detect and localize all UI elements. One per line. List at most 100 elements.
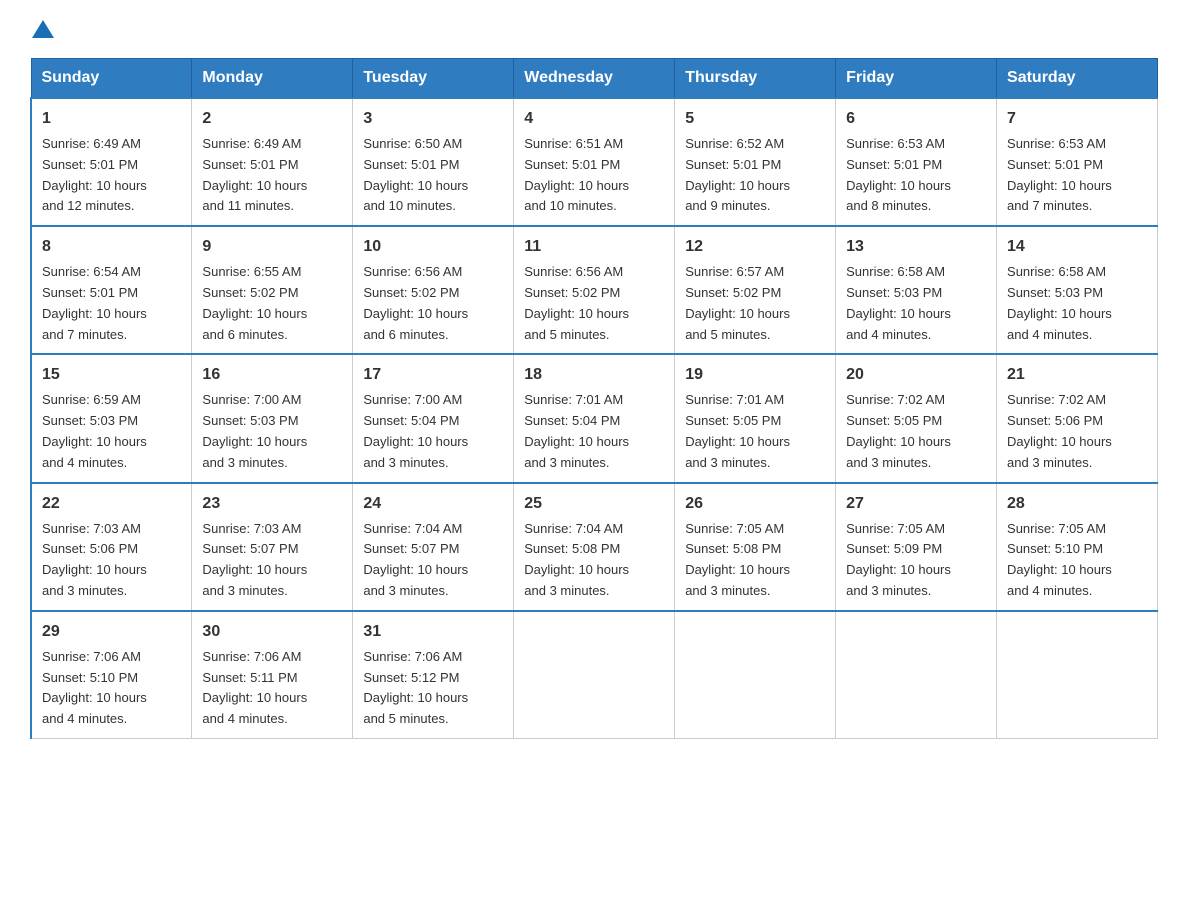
day-number: 17	[363, 363, 503, 387]
calendar-cell: 16 Sunrise: 7:00 AMSunset: 5:03 PMDaylig…	[192, 354, 353, 482]
day-number: 22	[42, 492, 181, 516]
day-info: Sunrise: 7:05 AMSunset: 5:08 PMDaylight:…	[685, 519, 825, 602]
calendar-cell: 18 Sunrise: 7:01 AMSunset: 5:04 PMDaylig…	[514, 354, 675, 482]
calendar-cell: 22 Sunrise: 7:03 AMSunset: 5:06 PMDaylig…	[31, 483, 192, 611]
day-info: Sunrise: 7:00 AMSunset: 5:04 PMDaylight:…	[363, 390, 503, 473]
header-cell-friday: Friday	[836, 59, 997, 99]
day-number: 1	[42, 107, 181, 131]
day-info: Sunrise: 6:51 AMSunset: 5:01 PMDaylight:…	[524, 134, 664, 217]
calendar-cell: 19 Sunrise: 7:01 AMSunset: 5:05 PMDaylig…	[675, 354, 836, 482]
day-info: Sunrise: 6:59 AMSunset: 5:03 PMDaylight:…	[42, 390, 181, 473]
calendar-week-row: 22 Sunrise: 7:03 AMSunset: 5:06 PMDaylig…	[31, 483, 1158, 611]
logo	[30, 20, 54, 38]
calendar-cell: 30 Sunrise: 7:06 AMSunset: 5:11 PMDaylig…	[192, 611, 353, 739]
day-number: 20	[846, 363, 986, 387]
day-info: Sunrise: 7:06 AMSunset: 5:12 PMDaylight:…	[363, 647, 503, 730]
day-info: Sunrise: 7:05 AMSunset: 5:09 PMDaylight:…	[846, 519, 986, 602]
day-number: 4	[524, 107, 664, 131]
day-info: Sunrise: 7:03 AMSunset: 5:06 PMDaylight:…	[42, 519, 181, 602]
day-info: Sunrise: 7:06 AMSunset: 5:10 PMDaylight:…	[42, 647, 181, 730]
calendar-cell: 7 Sunrise: 6:53 AMSunset: 5:01 PMDayligh…	[997, 98, 1158, 226]
header-cell-monday: Monday	[192, 59, 353, 99]
day-number: 29	[42, 620, 181, 644]
day-number: 31	[363, 620, 503, 644]
calendar-cell	[997, 611, 1158, 739]
day-number: 26	[685, 492, 825, 516]
calendar-table: SundayMondayTuesdayWednesdayThursdayFrid…	[30, 58, 1158, 739]
calendar-cell: 31 Sunrise: 7:06 AMSunset: 5:12 PMDaylig…	[353, 611, 514, 739]
calendar-cell: 2 Sunrise: 6:49 AMSunset: 5:01 PMDayligh…	[192, 98, 353, 226]
day-info: Sunrise: 6:53 AMSunset: 5:01 PMDaylight:…	[846, 134, 986, 217]
calendar-cell: 26 Sunrise: 7:05 AMSunset: 5:08 PMDaylig…	[675, 483, 836, 611]
calendar-cell: 14 Sunrise: 6:58 AMSunset: 5:03 PMDaylig…	[997, 226, 1158, 354]
calendar-cell: 21 Sunrise: 7:02 AMSunset: 5:06 PMDaylig…	[997, 354, 1158, 482]
day-info: Sunrise: 6:55 AMSunset: 5:02 PMDaylight:…	[202, 262, 342, 345]
day-info: Sunrise: 7:01 AMSunset: 5:04 PMDaylight:…	[524, 390, 664, 473]
header-cell-sunday: Sunday	[31, 59, 192, 99]
calendar-week-row: 29 Sunrise: 7:06 AMSunset: 5:10 PMDaylig…	[31, 611, 1158, 739]
calendar-cell: 28 Sunrise: 7:05 AMSunset: 5:10 PMDaylig…	[997, 483, 1158, 611]
day-number: 19	[685, 363, 825, 387]
header-cell-thursday: Thursday	[675, 59, 836, 99]
day-number: 3	[363, 107, 503, 131]
calendar-cell: 27 Sunrise: 7:05 AMSunset: 5:09 PMDaylig…	[836, 483, 997, 611]
logo-triangle-icon	[32, 20, 54, 38]
calendar-cell: 1 Sunrise: 6:49 AMSunset: 5:01 PMDayligh…	[31, 98, 192, 226]
day-number: 25	[524, 492, 664, 516]
day-info: Sunrise: 7:02 AMSunset: 5:05 PMDaylight:…	[846, 390, 986, 473]
day-number: 9	[202, 235, 342, 259]
day-number: 18	[524, 363, 664, 387]
day-number: 10	[363, 235, 503, 259]
day-info: Sunrise: 7:05 AMSunset: 5:10 PMDaylight:…	[1007, 519, 1147, 602]
calendar-cell: 29 Sunrise: 7:06 AMSunset: 5:10 PMDaylig…	[31, 611, 192, 739]
day-number: 30	[202, 620, 342, 644]
header-cell-tuesday: Tuesday	[353, 59, 514, 99]
day-info: Sunrise: 6:54 AMSunset: 5:01 PMDaylight:…	[42, 262, 181, 345]
day-number: 8	[42, 235, 181, 259]
calendar-week-row: 15 Sunrise: 6:59 AMSunset: 5:03 PMDaylig…	[31, 354, 1158, 482]
calendar-cell: 3 Sunrise: 6:50 AMSunset: 5:01 PMDayligh…	[353, 98, 514, 226]
calendar-week-row: 8 Sunrise: 6:54 AMSunset: 5:01 PMDayligh…	[31, 226, 1158, 354]
calendar-cell: 13 Sunrise: 6:58 AMSunset: 5:03 PMDaylig…	[836, 226, 997, 354]
day-info: Sunrise: 6:56 AMSunset: 5:02 PMDaylight:…	[363, 262, 503, 345]
day-number: 16	[202, 363, 342, 387]
day-info: Sunrise: 7:04 AMSunset: 5:08 PMDaylight:…	[524, 519, 664, 602]
day-number: 5	[685, 107, 825, 131]
day-info: Sunrise: 6:50 AMSunset: 5:01 PMDaylight:…	[363, 134, 503, 217]
day-number: 11	[524, 235, 664, 259]
day-info: Sunrise: 7:01 AMSunset: 5:05 PMDaylight:…	[685, 390, 825, 473]
day-info: Sunrise: 6:58 AMSunset: 5:03 PMDaylight:…	[1007, 262, 1147, 345]
day-info: Sunrise: 7:03 AMSunset: 5:07 PMDaylight:…	[202, 519, 342, 602]
day-number: 23	[202, 492, 342, 516]
header-cell-wednesday: Wednesday	[514, 59, 675, 99]
page-header	[30, 20, 1158, 38]
day-info: Sunrise: 6:57 AMSunset: 5:02 PMDaylight:…	[685, 262, 825, 345]
calendar-cell	[514, 611, 675, 739]
calendar-cell: 17 Sunrise: 7:00 AMSunset: 5:04 PMDaylig…	[353, 354, 514, 482]
calendar-cell: 11 Sunrise: 6:56 AMSunset: 5:02 PMDaylig…	[514, 226, 675, 354]
calendar-cell: 25 Sunrise: 7:04 AMSunset: 5:08 PMDaylig…	[514, 483, 675, 611]
day-number: 21	[1007, 363, 1147, 387]
day-number: 2	[202, 107, 342, 131]
day-number: 24	[363, 492, 503, 516]
calendar-cell: 9 Sunrise: 6:55 AMSunset: 5:02 PMDayligh…	[192, 226, 353, 354]
day-number: 12	[685, 235, 825, 259]
day-number: 6	[846, 107, 986, 131]
calendar-cell: 4 Sunrise: 6:51 AMSunset: 5:01 PMDayligh…	[514, 98, 675, 226]
calendar-cell: 23 Sunrise: 7:03 AMSunset: 5:07 PMDaylig…	[192, 483, 353, 611]
day-info: Sunrise: 6:49 AMSunset: 5:01 PMDaylight:…	[202, 134, 342, 217]
calendar-week-row: 1 Sunrise: 6:49 AMSunset: 5:01 PMDayligh…	[31, 98, 1158, 226]
calendar-cell: 5 Sunrise: 6:52 AMSunset: 5:01 PMDayligh…	[675, 98, 836, 226]
day-number: 14	[1007, 235, 1147, 259]
day-info: Sunrise: 6:52 AMSunset: 5:01 PMDaylight:…	[685, 134, 825, 217]
day-number: 27	[846, 492, 986, 516]
day-info: Sunrise: 7:02 AMSunset: 5:06 PMDaylight:…	[1007, 390, 1147, 473]
day-info: Sunrise: 7:04 AMSunset: 5:07 PMDaylight:…	[363, 519, 503, 602]
day-info: Sunrise: 6:58 AMSunset: 5:03 PMDaylight:…	[846, 262, 986, 345]
calendar-cell: 24 Sunrise: 7:04 AMSunset: 5:07 PMDaylig…	[353, 483, 514, 611]
day-number: 28	[1007, 492, 1147, 516]
day-info: Sunrise: 6:49 AMSunset: 5:01 PMDaylight:…	[42, 134, 181, 217]
calendar-cell: 20 Sunrise: 7:02 AMSunset: 5:05 PMDaylig…	[836, 354, 997, 482]
calendar-cell: 8 Sunrise: 6:54 AMSunset: 5:01 PMDayligh…	[31, 226, 192, 354]
calendar-cell: 6 Sunrise: 6:53 AMSunset: 5:01 PMDayligh…	[836, 98, 997, 226]
